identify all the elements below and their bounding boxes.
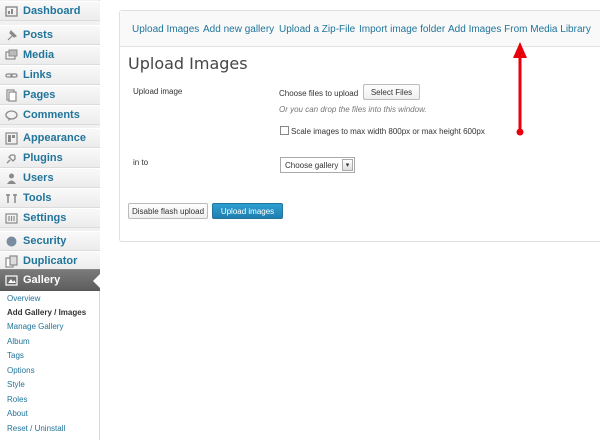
upload-images-button[interactable]: Upload images xyxy=(212,203,283,219)
tab-import-folder[interactable]: Import image folder xyxy=(359,24,445,35)
into-label: in to xyxy=(133,158,149,167)
link-icon xyxy=(5,69,18,82)
upload-image-label: Upload image xyxy=(133,87,183,96)
admin-sidebar: Dashboard Posts Media Links Pages Commen… xyxy=(0,0,101,440)
choose-files-label: Choose files to upload xyxy=(279,89,359,98)
duplicator-icon xyxy=(5,254,18,268)
sidebar-item-tools[interactable]: Tools xyxy=(0,188,100,208)
sidebar-item-media[interactable]: Media xyxy=(0,45,100,65)
tools-icon xyxy=(5,192,18,205)
sidebar-item-label: Pages xyxy=(23,89,56,101)
sidebar-item-label: Users xyxy=(23,172,54,184)
page-title: Upload Images xyxy=(128,54,248,73)
sidebar-item-comments[interactable]: Comments xyxy=(0,105,100,125)
sidebar-item-label: Gallery xyxy=(23,274,61,286)
submenu-item-options[interactable]: Options xyxy=(7,366,35,375)
shield-icon xyxy=(5,235,18,248)
sidebar-item-links[interactable]: Links xyxy=(0,65,100,85)
sidebar-item-label: Duplicator xyxy=(23,255,78,267)
sidebar-item-users[interactable]: Users xyxy=(0,168,100,188)
media-icon xyxy=(5,49,18,62)
comment-icon xyxy=(5,109,18,122)
gallery-submenu: Overview Add Gallery / Images Manage Gal… xyxy=(0,291,100,440)
submenu-item-style[interactable]: Style xyxy=(7,380,25,389)
sidebar-item-label: Tools xyxy=(23,192,52,204)
submenu-item-add-gallery[interactable]: Add Gallery / Images xyxy=(7,308,86,317)
tab-upload-images[interactable]: Upload Images xyxy=(132,24,199,35)
gallery-icon xyxy=(5,274,18,287)
annotation-arrow xyxy=(513,42,527,136)
sidebar-item-posts[interactable]: Posts xyxy=(0,25,100,45)
sidebar-item-pages[interactable]: Pages xyxy=(0,85,100,105)
sidebar-item-duplicator[interactable]: Duplicator xyxy=(0,251,100,271)
sidebar-item-label: Appearance xyxy=(23,132,86,144)
sidebar-item-label: Posts xyxy=(23,29,53,41)
submenu-item-album[interactable]: Album xyxy=(7,337,30,346)
sidebar-item-settings[interactable]: Settings xyxy=(0,208,100,228)
submenu-item-manage-gallery[interactable]: Manage Gallery xyxy=(7,322,63,331)
sidebar-item-label: Settings xyxy=(23,212,67,224)
submenu-item-about[interactable]: About xyxy=(7,409,28,418)
page-icon xyxy=(5,88,18,102)
sidebar-item-label: Comments xyxy=(23,109,80,121)
gallery-select[interactable]: Choose gallery ▾ xyxy=(280,157,355,173)
disable-flash-button[interactable]: Disable flash upload xyxy=(128,203,208,219)
sidebar-item-label: Plugins xyxy=(23,152,63,164)
sidebar-item-gallery[interactable]: Gallery xyxy=(0,269,101,291)
settings-icon xyxy=(5,212,18,225)
submenu-item-tags[interactable]: Tags xyxy=(7,351,24,360)
sidebar-item-security[interactable]: Security xyxy=(0,231,100,251)
gallery-select-value: Choose gallery xyxy=(285,160,339,170)
tab-add-new-gallery[interactable]: Add new gallery xyxy=(203,24,274,35)
users-icon xyxy=(5,172,18,185)
sidebar-item-appearance[interactable]: Appearance xyxy=(0,128,100,148)
tab-upload-zip[interactable]: Upload a Zip-File xyxy=(279,24,355,35)
tab-media-library[interactable]: Add Images From Media Library xyxy=(448,24,591,35)
sidebar-item-label: Links xyxy=(23,69,52,81)
plugin-icon xyxy=(5,152,18,165)
appearance-icon xyxy=(5,131,18,145)
dashboard-icon xyxy=(5,5,18,18)
sidebar-item-dashboard[interactable]: Dashboard xyxy=(0,1,100,21)
sidebar-item-label: Dashboard xyxy=(23,5,81,17)
chevron-down-icon: ▾ xyxy=(342,159,353,171)
sidebar-item-plugins[interactable]: Plugins xyxy=(0,148,100,168)
scale-images-checkbox[interactable] xyxy=(280,126,289,135)
pin-icon xyxy=(5,29,18,42)
sidebar-item-label: Security xyxy=(23,235,67,247)
submenu-item-overview[interactable]: Overview xyxy=(7,294,40,303)
sidebar-item-label: Media xyxy=(23,49,55,61)
scale-images-label: Scale images to max width 800px or max h… xyxy=(291,127,485,136)
submenu-item-reset[interactable]: Reset / Uninstall xyxy=(7,424,65,433)
drop-hint: Or you can drop the files into this wind… xyxy=(279,105,427,114)
submenu-item-roles[interactable]: Roles xyxy=(7,395,27,404)
select-files-button[interactable]: Select Files xyxy=(363,84,420,100)
